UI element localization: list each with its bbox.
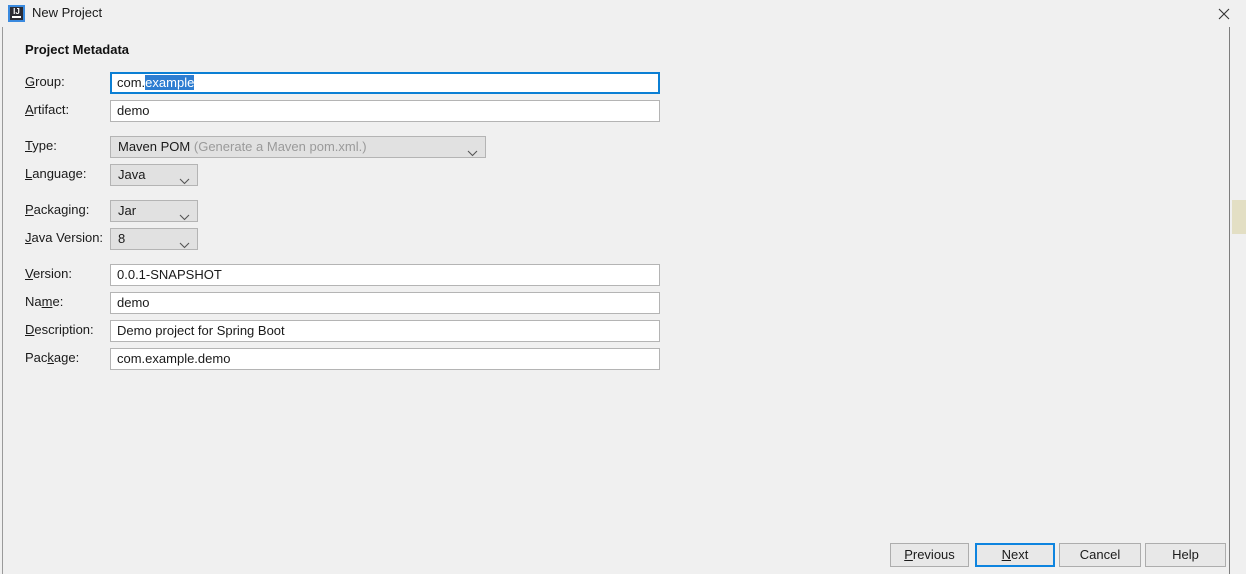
java-version-label: Java Version: (25, 230, 104, 245)
group-input[interactable]: com.example (110, 72, 660, 94)
chevron-down-icon (179, 235, 190, 249)
packaging-combobox[interactable]: Jar (110, 200, 198, 222)
help-button[interactable]: Help (1145, 543, 1226, 567)
language-label: Language: (25, 166, 87, 181)
java-version-combobox[interactable]: 8 (110, 228, 198, 250)
dialog-left-border (2, 27, 3, 574)
artifact-value: demo (117, 103, 150, 118)
name-input[interactable]: demo (110, 292, 660, 314)
type-value: Maven POM (118, 139, 191, 154)
description-input[interactable]: Demo project for Spring Boot (110, 320, 660, 342)
group-value-selected: example (145, 75, 195, 90)
title-bar: IJ New Project (0, 0, 1246, 27)
java-version-value: 8 (118, 231, 126, 246)
language-combobox[interactable]: Java (110, 164, 198, 186)
group-value-typed: com. (117, 75, 146, 90)
type-label: Type: (25, 138, 57, 153)
next-button-mnemonic: N (1001, 547, 1012, 562)
packaging-label: Packaging: (25, 202, 90, 217)
type-hint: (Generate a Maven pom.xml.) (193, 139, 367, 154)
chevron-down-icon (467, 143, 478, 157)
previous-button-mnemonic: P (904, 547, 913, 562)
scrollbar-thumb[interactable] (1232, 200, 1246, 234)
version-label: Version: (25, 266, 72, 281)
description-label: Description: (25, 322, 94, 337)
new-project-dialog: IJ New Project Project Metadata Group: c… (0, 0, 1246, 574)
package-label: Package: (25, 350, 80, 365)
artifact-input[interactable]: demo (110, 100, 660, 122)
version-input[interactable]: 0.0.1-SNAPSHOT (110, 264, 660, 286)
help-button-label: Help (1172, 547, 1199, 562)
type-combobox[interactable]: Maven POM (Generate a Maven pom.xml.) (110, 136, 486, 158)
name-label-mnemonic: m (41, 294, 53, 309)
package-value: com.example.demo (117, 351, 231, 366)
app-icon-bar (12, 16, 21, 18)
close-icon (1218, 8, 1229, 19)
language-value: Java (118, 167, 146, 182)
name-label: Name: (25, 294, 64, 309)
type-combobox-text: Maven POM (Generate a Maven pom.xml.) (118, 137, 367, 157)
artifact-label: Artifact: (25, 102, 70, 117)
description-value: Demo project for Spring Boot (117, 323, 285, 338)
close-button[interactable] (1201, 0, 1246, 27)
group-label: Group: (25, 74, 65, 89)
artifact-label-mnemonic: A (25, 102, 34, 117)
app-icon-letters: IJ (13, 7, 20, 16)
packaging-value: Jar (118, 203, 137, 218)
description-label-mnemonic: D (25, 322, 35, 337)
chevron-down-icon (179, 171, 190, 185)
previous-button[interactable]: Previous (890, 543, 969, 567)
vertical-scrollbar[interactable] (1229, 27, 1246, 574)
version-label-mnemonic: V (25, 266, 33, 281)
chevron-down-icon (179, 207, 190, 221)
page-title: Project Metadata (25, 42, 130, 57)
cancel-button-label: Cancel (1079, 547, 1121, 562)
package-input[interactable]: com.example.demo (110, 348, 660, 370)
window-title: New Project (32, 5, 103, 20)
intellij-idea-icon: IJ (8, 5, 25, 22)
name-value: demo (117, 295, 150, 310)
packaging-label-mnemonic: P (25, 202, 34, 217)
cancel-button[interactable]: Cancel (1059, 543, 1141, 567)
version-value: 0.0.1-SNAPSHOT (117, 267, 222, 282)
group-label-mnemonic: G (25, 74, 36, 89)
next-button[interactable]: Next (975, 543, 1055, 567)
